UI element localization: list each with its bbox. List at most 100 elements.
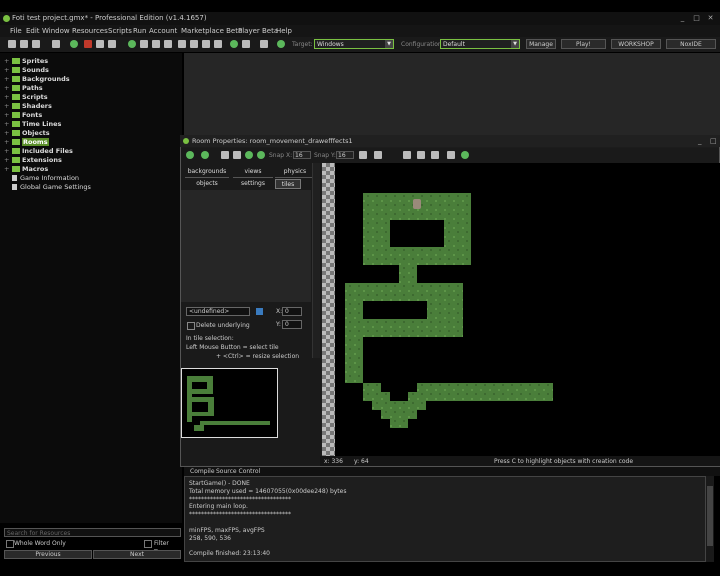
room-canvas[interactable] (335, 163, 720, 456)
tab-compile[interactable]: Compile (190, 468, 215, 475)
lock-instances-icon[interactable] (257, 151, 265, 159)
expand-icon[interactable]: + (4, 111, 10, 119)
manage-button[interactable]: Manage (526, 39, 556, 49)
zoom-out-icon[interactable] (403, 151, 411, 159)
shift-room-icon[interactable] (233, 151, 241, 159)
create-object-icon[interactable] (230, 40, 238, 48)
target-select[interactable]: Windows ▼ (314, 39, 394, 49)
y-field[interactable]: 0 (282, 320, 302, 329)
minimize-icon[interactable]: _ (678, 14, 687, 22)
expand-icon[interactable]: + (4, 57, 10, 65)
create-path-icon[interactable] (164, 40, 172, 48)
zoom-reset-icon[interactable] (417, 151, 425, 159)
tab-backgrounds[interactable]: backgrounds (185, 167, 229, 178)
stop-icon[interactable] (108, 40, 116, 48)
undo-icon[interactable] (201, 151, 209, 159)
menu-account[interactable]: Account (149, 27, 177, 35)
tree-item-time-lines[interactable]: + Time Lines (4, 120, 61, 129)
menu-file[interactable]: File (10, 27, 22, 35)
tree-item-paths[interactable]: + Paths (4, 84, 43, 93)
tile-background-field[interactable]: <undefined> (186, 307, 250, 316)
expand-icon[interactable]: + (4, 66, 10, 74)
debug-game-icon[interactable] (84, 40, 92, 48)
maximize-icon[interactable]: □ (692, 14, 701, 22)
output-scrollbar-thumb[interactable] (707, 486, 713, 546)
clear-room-icon[interactable] (221, 151, 229, 159)
menu-help[interactable]: Help (276, 27, 292, 35)
menu-marketplace-beta[interactable]: Marketplace Beta (181, 27, 242, 35)
room-minimize-icon[interactable]: _ (698, 137, 702, 145)
output-scrollbar[interactable] (706, 476, 714, 562)
sort-depth-icon[interactable] (245, 151, 253, 159)
create-timeline-icon[interactable] (214, 40, 222, 48)
clean-build-icon[interactable] (96, 40, 104, 48)
next-button[interactable]: Next (93, 550, 181, 559)
create-executable-icon[interactable] (52, 40, 60, 48)
expand-icon[interactable]: + (4, 75, 10, 83)
create-sprite-icon[interactable] (128, 40, 136, 48)
play-button[interactable]: Play! (561, 39, 606, 49)
help-icon[interactable] (277, 40, 285, 48)
expand-icon[interactable]: + (4, 129, 10, 137)
game-information-icon[interactable] (260, 40, 268, 48)
create-font-icon[interactable] (202, 40, 210, 48)
noxide-button[interactable]: NoxIDE (666, 39, 716, 49)
expand-icon[interactable]: + (4, 102, 10, 110)
isometric-grid-icon[interactable] (374, 151, 382, 159)
open-project-icon[interactable] (20, 40, 28, 48)
tree-item-macros[interactable]: + Macros (4, 165, 48, 174)
tab-views[interactable]: views (233, 167, 273, 178)
room-help-icon[interactable] (461, 151, 469, 159)
select-background-icon[interactable] (256, 308, 263, 315)
new-project-icon[interactable] (8, 40, 16, 48)
close-icon[interactable]: ✕ (706, 14, 715, 22)
expand-icon[interactable]: + (4, 165, 10, 173)
tab-tiles[interactable]: tiles (275, 179, 301, 189)
tree-item-included-files[interactable]: + Included Files (4, 147, 73, 156)
ok-check-icon[interactable] (186, 151, 194, 159)
whole-word-checkbox[interactable] (6, 540, 14, 548)
create-background-icon[interactable] (152, 40, 160, 48)
tree-item-rooms[interactable]: + Rooms (4, 138, 49, 147)
workshop-button[interactable]: WORKSHOP (611, 39, 661, 49)
player-sprite[interactable] (413, 199, 421, 209)
zoom-in-icon[interactable] (431, 151, 439, 159)
tree-item-sounds[interactable]: + Sounds (4, 66, 49, 75)
previous-button[interactable]: Previous (4, 550, 92, 559)
menu-resources[interactable]: Resources (72, 27, 108, 35)
expand-icon[interactable]: + (4, 84, 10, 92)
configuration-select[interactable]: Default ▼ (440, 39, 520, 49)
tree-item-fonts[interactable]: + Fonts (4, 111, 42, 120)
tree-item-shaders[interactable]: + Shaders (4, 102, 52, 111)
tree-item-game-information[interactable]: Game Information (4, 174, 79, 183)
tab-physics[interactable]: physics (275, 167, 315, 178)
expand-icon[interactable]: + (4, 138, 10, 146)
search-input[interactable]: Search for Resources (4, 528, 181, 537)
expand-icon[interactable]: + (4, 120, 10, 128)
tree-item-backgrounds[interactable]: + Backgrounds (4, 75, 70, 84)
menu-scripts[interactable]: Scripts (108, 27, 132, 35)
x-field[interactable]: 0 (282, 307, 302, 316)
tree-item-scripts[interactable]: + Scripts (4, 93, 48, 102)
create-sound-icon[interactable] (140, 40, 148, 48)
tileset-preview[interactable] (181, 368, 278, 438)
expand-icon[interactable]: + (4, 156, 10, 164)
tree-item-global-game-settings[interactable]: Global Game Settings (4, 183, 91, 192)
room-maximize-icon[interactable]: □ (710, 137, 717, 145)
create-room-icon[interactable] (242, 40, 250, 48)
tree-item-objects[interactable]: + Objects (4, 129, 50, 138)
tree-item-sprites[interactable]: + Sprites (4, 57, 48, 66)
tree-item-extensions[interactable]: + Extensions (4, 156, 62, 165)
snap-x-field[interactable]: 16 (293, 151, 311, 159)
delete-underlying-checkbox[interactable] (187, 322, 195, 330)
create-script-icon[interactable] (178, 40, 186, 48)
tab-source-control[interactable]: Source Control (216, 468, 260, 475)
menu-player-beta[interactable]: Player Beta (238, 27, 278, 35)
tab-objects[interactable]: objects (185, 179, 229, 189)
snap-y-field[interactable]: 16 (336, 151, 354, 159)
filter-tree-checkbox[interactable] (144, 540, 152, 548)
create-shader-icon[interactable] (190, 40, 198, 48)
tab-settings[interactable]: settings (233, 179, 273, 189)
room-window-title-bar[interactable]: Room Properties: room_movement_drawefffe… (180, 135, 720, 147)
grid-toggle-icon[interactable] (359, 151, 367, 159)
